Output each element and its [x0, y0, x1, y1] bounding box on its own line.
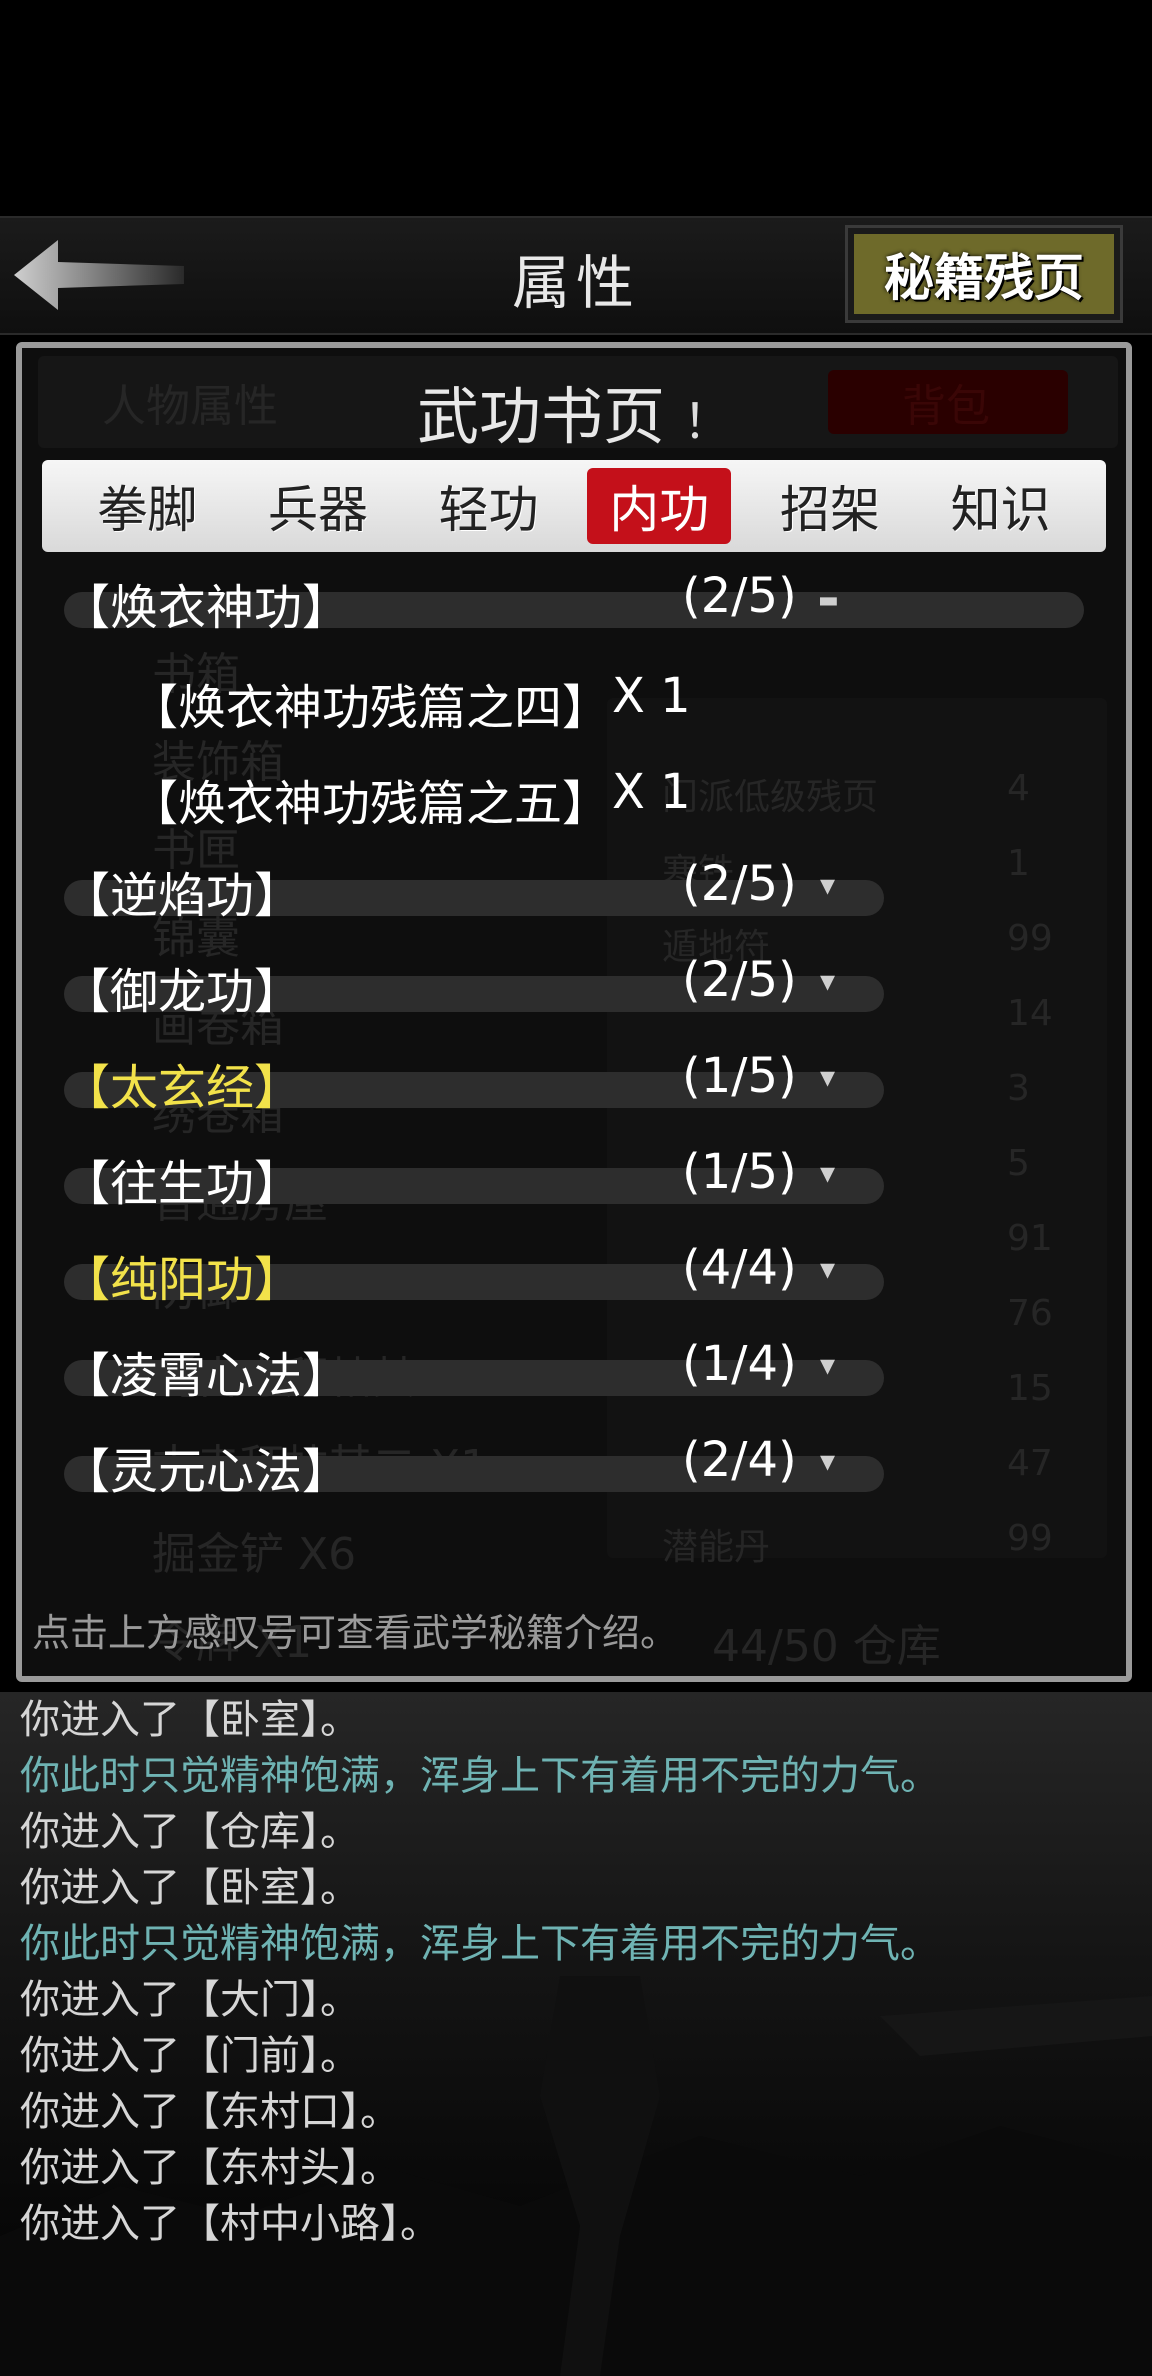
skill-row[interactable]: 【凌霄心法】 (1/4) ▾ [22, 1326, 1126, 1422]
fragment-name: 【焕衣神功残篇之五】 [130, 776, 611, 832]
skill-name[interactable]: 【逆焰功】 [62, 856, 302, 926]
caret-down-icon[interactable]: ▾ [820, 1252, 835, 1287]
skill-count: (2/5) [682, 856, 797, 912]
log-line: 你此时只觉精神饱满，浑身上下有着用不完的力气。 [20, 1921, 940, 1967]
skill-row[interactable]: 【焕衣神功】 (2/5) ▬ [22, 558, 1126, 654]
log-line: 你进入了【大门】。 [20, 1977, 360, 2023]
tab-4[interactable]: 招架 [758, 468, 902, 544]
tab-3[interactable]: 内功 [587, 468, 732, 544]
tab-2[interactable]: 轻功 [417, 468, 561, 544]
fragment-qty: X 1 [612, 668, 691, 724]
hint-text: 点击上方感叹号可查看武学秘籍介绍。 [32, 1611, 679, 1655]
log-lines: 你进入了【卧室】。 你此时只觉精神饱满，浑身上下有着用不完的力气。 你进入了【仓库】… [20, 1692, 940, 2252]
skill-row[interactable]: 【纯阳功】 (4/4) ▾ [22, 1230, 1126, 1326]
log-line: 你进入了【卧室】。 [20, 1697, 360, 1743]
fragment-item[interactable]: 【焕衣神功残篇之四】 X 1 [22, 654, 1126, 750]
skill-count: (1/5) [682, 1144, 797, 1200]
panel-title: 武功书页 ！ [22, 366, 1126, 456]
tab-5[interactable]: 知识 [929, 468, 1073, 544]
skill-name[interactable]: 【焕衣神功】 [62, 568, 350, 638]
skill-row[interactable]: 【太玄经】 (1/5) ▾ [22, 1038, 1126, 1134]
log-line: 你此时只觉精神饱满，浑身上下有着用不完的力气。 [20, 1753, 940, 1799]
skill-row[interactable]: 【灵元心法】 (2/4) ▾ [22, 1422, 1126, 1518]
skill-count: (2/4) [682, 1432, 797, 1488]
fragment-qty: X 1 [612, 764, 691, 820]
log-line: 你进入了【卧室】。 [20, 1865, 360, 1911]
category-tabs: 拳脚 兵器 轻功 内功 招架 知识 [42, 460, 1106, 552]
skill-name[interactable]: 【御龙功】 [62, 952, 302, 1022]
skill-count: (1/4) [682, 1336, 797, 1392]
fragments-button[interactable]: 秘籍残页 [845, 225, 1123, 323]
log-line: 你进入了【东村口】。 [20, 2089, 400, 2135]
minus-icon[interactable]: ▬ [818, 588, 839, 613]
skill-name[interactable]: 【纯阳功】 [62, 1240, 302, 1310]
tab-1[interactable]: 兵器 [246, 468, 390, 544]
caret-down-icon[interactable]: ▾ [820, 1348, 835, 1383]
log-line: 你进入了【村中小路】。 [20, 2201, 440, 2247]
panel-title-text: 武功书页 [416, 380, 665, 453]
skill-name[interactable]: 【凌霄心法】 [62, 1336, 350, 1406]
caret-down-icon[interactable]: ▾ [820, 1060, 835, 1095]
log-line: 你进入了【门前】。 [20, 2033, 360, 2079]
skill-count: (4/4) [682, 1240, 797, 1296]
skill-count: (2/5) [682, 952, 797, 1008]
skill-name[interactable]: 【灵元心法】 [62, 1432, 350, 1502]
skill-count: (1/5) [682, 1048, 797, 1104]
top-bar: 属性 秘籍残页 [0, 216, 1152, 335]
skill-pages-panel: 人物属性 背包 书箱装饰箱书匣锦囊画卷箱绣卷箱普通房屋防御【古寺拜帖其一 X1古… [16, 342, 1132, 1682]
fragment-item[interactable]: 【焕衣神功残篇之五】 X 1 [22, 750, 1126, 846]
ghost-right-name: 潜能丹 [662, 1527, 771, 1568]
ghost-footer: 44/50 仓库 [712, 1621, 941, 1672]
skill-row[interactable]: 【逆焰功】 (2/5) ▾ [22, 846, 1126, 942]
ghost-right-value: 99 [1007, 1518, 1053, 1559]
tab-0[interactable]: 拳脚 [75, 468, 219, 544]
caret-down-icon[interactable]: ▾ [820, 1156, 835, 1191]
skill-name[interactable]: 【往生功】 [62, 1144, 302, 1214]
log-line: 你进入了【仓库】。 [20, 1809, 360, 1855]
skill-list: 【焕衣神功】 (2/5) ▬ 【焕衣神功残篇之四】 X 1 【焕衣神功残篇之五】 X 1 【逆… [22, 558, 1126, 1518]
caret-down-icon[interactable]: ▾ [820, 868, 835, 903]
skill-count: (2/5) [682, 568, 797, 624]
skill-row[interactable]: 【往生功】 (1/5) ▾ [22, 1134, 1126, 1230]
caret-down-icon[interactable]: ▾ [820, 964, 835, 999]
log-line: 你进入了【东村头】。 [20, 2145, 400, 2191]
caret-down-icon[interactable]: ▾ [820, 1444, 835, 1479]
fragment-name: 【焕衣神功残篇之四】 [130, 680, 611, 736]
message-log[interactable]: 你进入了【卧室】。 你此时只觉精神饱满，浑身上下有着用不完的力气。 你进入了【仓库】… [0, 1692, 1152, 2376]
skill-name[interactable]: 【太玄经】 [62, 1048, 302, 1118]
skill-row[interactable]: 【御龙功】 (2/5) ▾ [22, 942, 1126, 1038]
info-icon[interactable]: ！ [683, 382, 731, 452]
ghost-left-line: 掘金铲 X6 [152, 1529, 357, 1580]
